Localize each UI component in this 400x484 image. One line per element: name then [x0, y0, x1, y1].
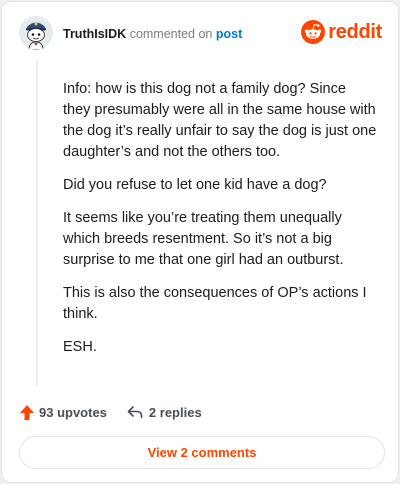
view-comments-button[interactable]: View 2 comments — [19, 436, 385, 469]
comment-body: Info: how is this dog not a family dog? … — [63, 79, 377, 370]
comment-paragraph: Did you refuse to let one kid have a dog… — [63, 177, 327, 193]
comment-header: TruthIsIDK commented on post reddit — [19, 16, 384, 52]
reddit-snoo-icon — [301, 20, 326, 44]
reply-count: 2 replies — [148, 404, 202, 420]
upvote-arrow-icon — [20, 404, 34, 420]
reply-arrow-icon — [127, 406, 143, 419]
comment-paragraph: This is also the consequences of OP’s ac… — [63, 285, 367, 322]
comment-paragraph: Info: how is this dog not a family dog? … — [63, 81, 377, 160]
comment-card: TruthIsIDK commented on post reddit Info… — [1, 1, 399, 483]
reddit-logo[interactable]: reddit — [301, 19, 382, 45]
reddit-wordmark: reddit — [328, 20, 382, 43]
upvote-button[interactable]: 93 upvotes — [19, 404, 107, 421]
upvote-count: 93 upvotes — [39, 404, 107, 420]
comment-actions: 93 upvotes 2 replies — [19, 402, 202, 422]
thread-line[interactable] — [36, 60, 38, 386]
comment-paragraph: ESH. — [63, 339, 97, 355]
action-text: commented on — [129, 27, 213, 41]
username-link[interactable]: TruthIsIDK — [63, 27, 126, 41]
snoo-avatar-icon — [19, 16, 53, 50]
comment-meta: TruthIsIDK commented on post — [63, 27, 242, 41]
post-link[interactable]: post — [216, 27, 242, 41]
avatar[interactable] — [19, 16, 53, 50]
replies-button[interactable]: 2 replies — [127, 405, 202, 420]
comment-paragraph: It seems like you’re treating them unequ… — [63, 210, 344, 268]
